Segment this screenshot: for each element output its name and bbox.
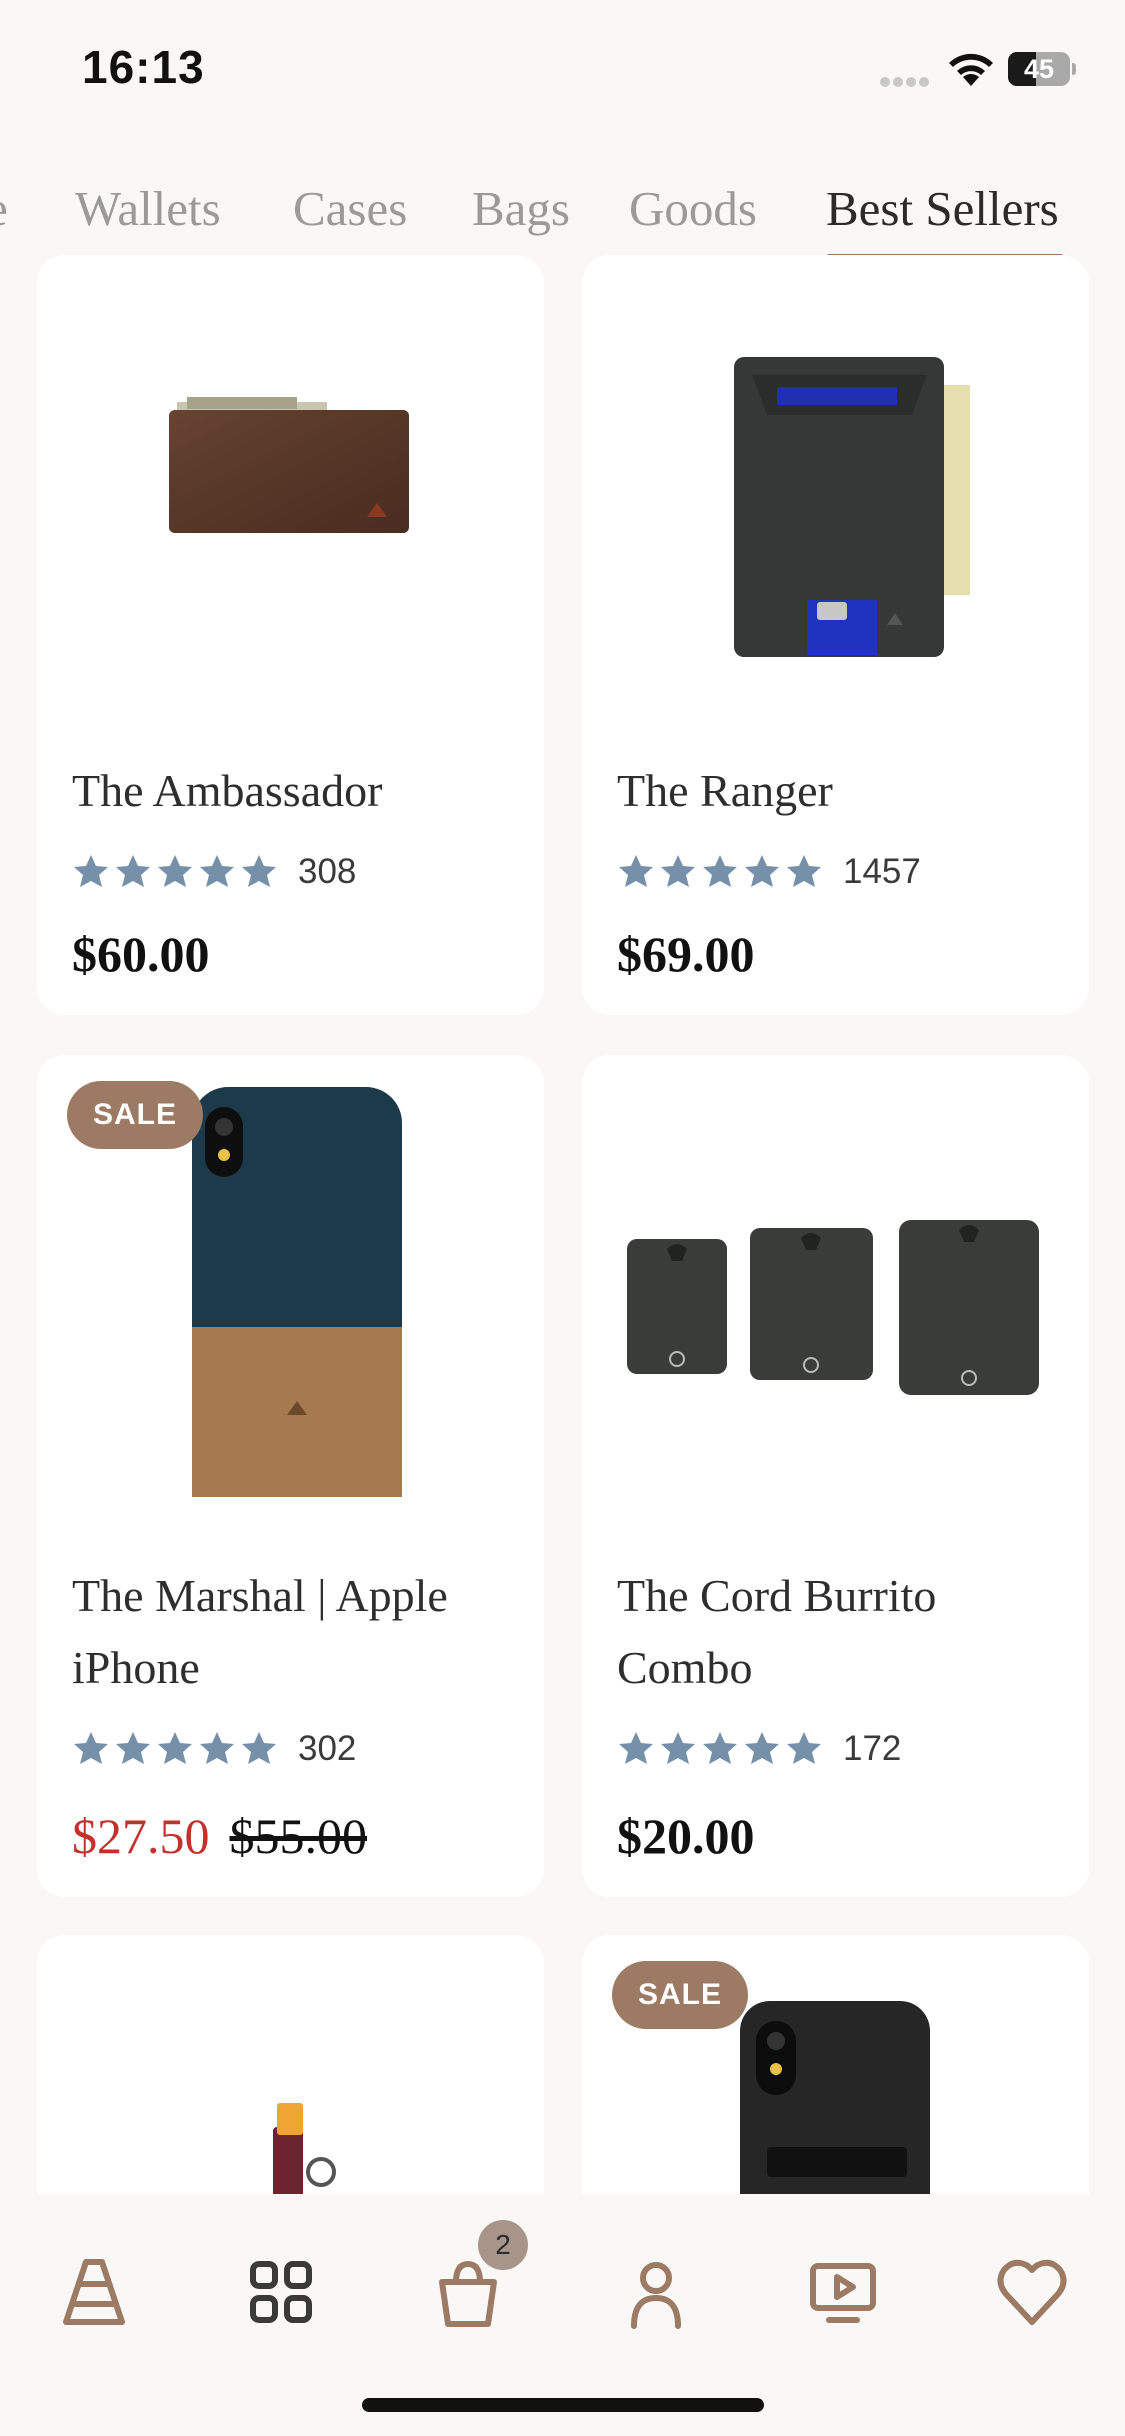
tab-partial[interactable]: e <box>0 180 8 237</box>
product-card-ambassador[interactable]: The Ambassador 308 $60.00 <box>37 255 544 1015</box>
account-icon[interactable] <box>616 2252 696 2332</box>
star-icon <box>787 1732 821 1764</box>
star-icon <box>619 1732 653 1764</box>
star-icon <box>158 855 192 887</box>
video-icon[interactable] <box>803 2252 883 2332</box>
review-count: 172 <box>843 1729 902 1768</box>
tab-goods[interactable]: Goods <box>629 180 757 237</box>
status-time: 16:13 <box>82 41 205 93</box>
star-icon <box>745 1732 779 1764</box>
product-price: $20.00 <box>617 1808 755 1864</box>
star-icon <box>703 1732 737 1764</box>
star-icon <box>787 855 821 887</box>
home-icon[interactable] <box>54 2252 134 2332</box>
wishlist-heart-icon[interactable] <box>992 2252 1072 2332</box>
product-rating: 1457 <box>617 850 921 894</box>
original-price: $55.00 <box>229 1808 368 1864</box>
tab-cases[interactable]: Cases <box>293 180 407 237</box>
cart-count-badge: 2 <box>478 2220 528 2270</box>
product-image[interactable] <box>582 1055 1089 1525</box>
product-card-marshal[interactable]: SALE The Marshal | Apple iPhone 302 $27.… <box>37 1055 544 1897</box>
sale-badge: SALE <box>612 1961 748 2029</box>
star-icon <box>661 855 695 887</box>
star-icon <box>661 1732 695 1764</box>
product-image[interactable] <box>37 255 544 725</box>
battery-level: 45 <box>1023 54 1055 84</box>
wifi-icon <box>949 53 993 86</box>
star-icon <box>619 855 653 887</box>
product-price: $60.00 <box>72 926 210 982</box>
review-count: 1457 <box>843 852 921 891</box>
tab-bags[interactable]: Bags <box>472 180 570 237</box>
product-rating: 308 <box>72 850 356 894</box>
review-count: 302 <box>298 1729 357 1768</box>
star-icon <box>242 1732 276 1764</box>
star-icon <box>116 1732 150 1764</box>
product-image[interactable] <box>37 1935 544 2195</box>
product-price-row: $27.50 $55.00 <box>72 1807 367 1865</box>
product-card-6[interactable]: SALE <box>582 1935 1089 2195</box>
star-icon <box>116 855 150 887</box>
product-card-cord-burrito[interactable]: The Cord Burrito Combo 172 $20.00 <box>582 1055 1089 1897</box>
product-image[interactable] <box>582 255 1089 725</box>
home-indicator[interactable] <box>362 2398 764 2412</box>
status-bar: 16:13 45 <box>0 0 1125 140</box>
star-rating <box>72 1730 278 1768</box>
star-icon <box>703 855 737 887</box>
sale-price: $27.50 <box>72 1808 210 1864</box>
cellular-signal-icon <box>880 74 934 87</box>
product-rating: 302 <box>72 1727 356 1771</box>
star-rating <box>617 853 823 891</box>
battery-icon: 45 <box>1008 52 1076 86</box>
product-grid: The Ambassador 308 $60.00 The Ranger 145… <box>0 255 1125 2195</box>
categories-grid-icon[interactable] <box>241 2252 321 2332</box>
star-icon <box>745 855 779 887</box>
star-icon <box>158 1732 192 1764</box>
product-name[interactable]: The Marshal | Apple iPhone <box>72 1560 522 1704</box>
star-rating <box>72 853 278 891</box>
product-rating: 172 <box>617 1727 901 1771</box>
product-card-ranger[interactable]: The Ranger 1457 $69.00 <box>582 255 1089 1015</box>
product-price: $69.00 <box>617 926 755 982</box>
star-icon <box>74 855 108 887</box>
tab-wallets[interactable]: Wallets <box>75 180 221 237</box>
category-tabs: e Wallets Cases Bags Goods Best Sellers <box>0 170 1125 260</box>
product-name[interactable]: The Ambassador <box>72 755 522 827</box>
star-rating <box>617 1730 823 1768</box>
star-icon <box>200 1732 234 1764</box>
star-icon <box>74 1732 108 1764</box>
star-icon <box>200 855 234 887</box>
sale-badge: SALE <box>67 1081 203 1149</box>
review-count: 308 <box>298 852 357 891</box>
product-name[interactable]: The Ranger <box>617 755 1067 827</box>
star-icon <box>242 855 276 887</box>
product-name[interactable]: The Cord Burrito Combo <box>617 1560 1067 1704</box>
product-card-5[interactable] <box>37 1935 544 2195</box>
tab-best-sellers[interactable]: Best Sellers <box>826 180 1059 237</box>
